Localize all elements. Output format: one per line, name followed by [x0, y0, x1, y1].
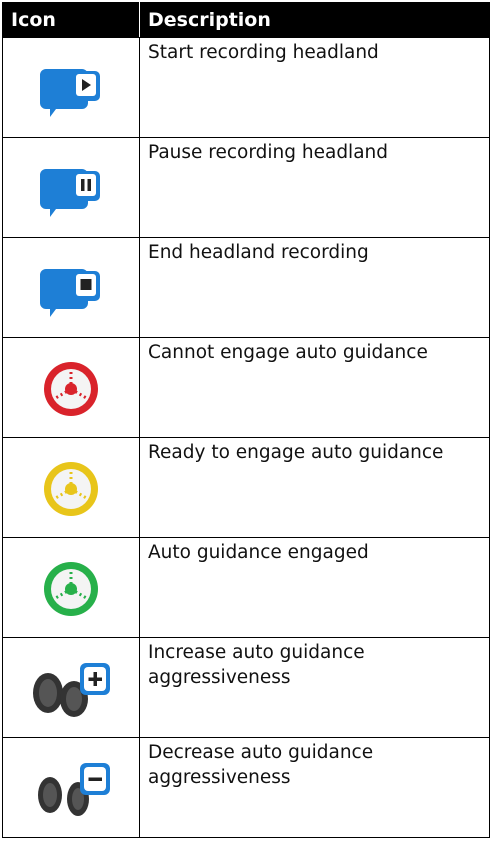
row-description: End headland recording: [139, 237, 490, 338]
table-row: Start recording headland: [2, 37, 490, 138]
start-recording-headland-icon: [40, 68, 100, 117]
icon-column-header: Icon: [2, 2, 140, 38]
steering-wheel-red-icon: [44, 361, 98, 416]
table-row: Ready to engage auto guidance: [2, 437, 490, 538]
row-description: Auto guidance engaged: [139, 537, 490, 638]
steering-wheel-green-icon: [44, 561, 98, 616]
wheels-plus-icon: [33, 662, 110, 717]
end-headland-recording-icon: [40, 268, 100, 317]
table-header-row: Icon Description: [2, 2, 490, 38]
wheels-minus-icon: [38, 762, 110, 816]
row-description: Ready to engage auto guidance: [139, 437, 490, 538]
table-row: Increase auto guidance aggressiveness: [2, 637, 490, 738]
table-row: Decrease auto guidance aggressiveness: [2, 737, 490, 838]
row-description: Start recording headland: [139, 37, 490, 138]
row-description: Decrease auto guidance aggressiveness: [139, 737, 490, 838]
row-description: Pause recording headland: [139, 137, 490, 238]
row-description: Cannot engage auto guidance: [139, 337, 490, 438]
description-column-header: Description: [139, 2, 490, 38]
table-row: Cannot engage auto guidance: [2, 337, 490, 438]
pause-recording-headland-icon: [40, 168, 100, 217]
row-description: Increase auto guidance aggressiveness: [139, 637, 490, 738]
steering-wheel-yellow-icon: [44, 461, 98, 516]
table-row: Auto guidance engaged: [2, 537, 490, 638]
icon-description-table: Icon Description Start recording headlan…: [2, 2, 490, 838]
table-row: End headland recording: [2, 237, 490, 338]
table-row: Pause recording headland: [2, 137, 490, 238]
